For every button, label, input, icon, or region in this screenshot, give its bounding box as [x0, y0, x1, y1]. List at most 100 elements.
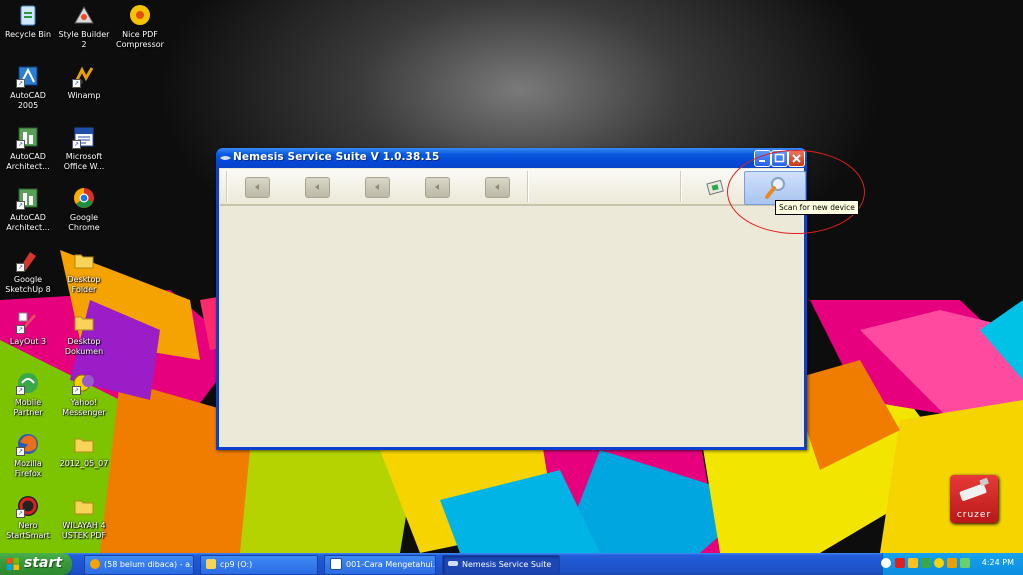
shortcut-arrow-icon: ↗: [72, 386, 81, 395]
word-icon: [330, 557, 342, 570]
firefox-icon: ↗: [16, 432, 40, 456]
icon-label: Recycle Bin: [4, 30, 52, 39]
desktop-icon-microsoft-word[interactable]: ↗ Microsoft Office W...: [56, 125, 112, 171]
word-icon: ↗: [72, 125, 96, 149]
folder-icon: [72, 494, 96, 518]
tray-antivirus-icon[interactable]: [895, 558, 905, 568]
icon-label: WILAYAH 4 USTEK PDF: [61, 521, 107, 540]
folder-icon: [72, 310, 96, 334]
desktop-icon-yahoo-messenger[interactable]: ↗ Yahoo! Messenger: [56, 371, 112, 417]
tray-messenger-icon[interactable]: [934, 558, 944, 568]
desktop-icon-mobile-partner[interactable]: ↗ Mobile Partner: [0, 371, 56, 417]
desktop: Recycle Bin Style Builder 2 Nice PDF Com…: [0, 0, 1023, 553]
taskbar-item-explorer-cp9[interactable]: cp9 (O:): [200, 555, 318, 575]
task-label: 001-Cara Mengetahui...: [346, 560, 436, 569]
toolbar-button-2[interactable]: [305, 177, 330, 198]
style-builder-icon: [72, 3, 96, 27]
shortcut-arrow-icon: ↗: [16, 386, 25, 395]
desktop-icon-google-chrome[interactable]: Google Chrome: [56, 186, 112, 232]
desktop-icon-nice-pdf-compressor[interactable]: Nice PDF Compressor: [112, 3, 168, 49]
tray-monitor-icon[interactable]: [921, 558, 931, 568]
autocad-icon: ↗: [16, 64, 40, 88]
desktop-icon-autocad-architecture-1[interactable]: ↗ AutoCAD Architect...: [0, 125, 56, 171]
main-toolbar: [220, 169, 806, 206]
shortcut-arrow-icon: ↗: [16, 201, 25, 210]
windows-flag-icon: [7, 558, 19, 570]
desktop-icon-layout[interactable]: ↗ LayOut 3: [0, 310, 56, 347]
window-client-area: [219, 168, 806, 447]
desktop-icon-autocad-architecture-2[interactable]: ↗ AutoCAD Architect...: [0, 186, 56, 232]
app-logo-icon: [448, 561, 458, 566]
icon-label: Mobile Partner: [13, 398, 43, 417]
chip-icon: [706, 179, 724, 196]
icon-label: Winamp: [67, 91, 101, 100]
taskbar-item-nemesis-service-suite[interactable]: Nemesis Service Suite: [442, 555, 560, 575]
layout-icon: ↗: [16, 310, 40, 334]
folder-icon: [72, 432, 96, 456]
icon-label: 2012_05_07: [59, 459, 109, 468]
shortcut-arrow-icon: ↗: [72, 79, 81, 88]
shortcut-arrow-icon: ↗: [16, 325, 25, 334]
nemesis-service-suite-window[interactable]: Nemesis Service Suite V 1.0.38.15: [216, 148, 807, 450]
shortcut-arrow-icon: ↗: [16, 79, 25, 88]
desktop-icon-winamp[interactable]: ↗ Winamp: [56, 64, 112, 101]
toolbar-button-4[interactable]: [425, 177, 450, 198]
desktop-icon-folder-2012-05-07[interactable]: 2012_05_07: [56, 432, 112, 469]
icon-label: Nice PDF Compressor: [116, 30, 164, 49]
pdf-compressor-icon: [128, 3, 152, 27]
cruzer-drive-badge[interactable]: cruzer: [950, 475, 998, 523]
task-label: Nemesis Service Suite: [462, 560, 552, 569]
desktop-icon-desktop-folder[interactable]: Desktop Folder: [56, 248, 112, 294]
desktop-icon-mozilla-firefox[interactable]: ↗ Mozilla Firefox: [0, 432, 56, 478]
icon-label: Mozilla Firefox: [14, 459, 42, 478]
window-title: Nemesis Service Suite V 1.0.38.15: [233, 151, 440, 163]
toolbar-button-1[interactable]: [245, 177, 270, 198]
yahoo-messenger-icon: ↗: [72, 371, 96, 395]
winamp-icon: ↗: [72, 64, 96, 88]
shortcut-arrow-icon: ↗: [72, 140, 81, 149]
toolbar-button-5[interactable]: [485, 177, 510, 198]
toolbar-button-3[interactable]: [365, 177, 390, 198]
start-button[interactable]: start: [0, 553, 72, 575]
chrome-icon: [90, 558, 100, 569]
icon-label: Desktop Dokumen: [64, 337, 104, 356]
desktop-icon-nero-startsmart[interactable]: ↗ Nero StartSmart: [0, 494, 56, 540]
tray-expand-icon[interactable]: [881, 558, 891, 568]
mobile-partner-icon: ↗: [16, 371, 40, 395]
icon-label: Google SketchUp 8: [5, 275, 51, 294]
desktop-icon-google-sketchup[interactable]: ↗ Google SketchUp 8: [0, 248, 56, 294]
scan-tooltip: Scan for new device: [775, 200, 859, 215]
icon-label: Google Chrome: [68, 213, 100, 232]
usb-drive-icon: [959, 477, 989, 501]
desktop-icon-wilayah-4-ustek-pdf[interactable]: WILAYAH 4 USTEK PDF: [56, 494, 112, 540]
task-label: (58 belum dibaca) - a...: [104, 560, 194, 569]
toolbar-separator: [680, 171, 682, 202]
tray-network-icon[interactable]: [908, 558, 918, 568]
taskbar-item-browser[interactable]: (58 belum dibaca) - a...: [84, 555, 194, 575]
highlight-annotation-ellipse: [727, 150, 865, 234]
desktop-icon-recycle-bin[interactable]: Recycle Bin: [0, 3, 56, 40]
shortcut-arrow-icon: ↗: [16, 140, 25, 149]
device-chip-button[interactable]: [705, 177, 725, 197]
icon-label: Desktop Folder: [67, 275, 101, 294]
desktop-icon-desktop-dokumen[interactable]: Desktop Dokumen: [56, 310, 112, 356]
desktop-icon-autocad-2005[interactable]: ↗ AutoCAD 2005: [0, 64, 56, 110]
taskbar: start (58 belum dibaca) - a... cp9 (O:) …: [0, 553, 1023, 575]
folder-icon: [206, 558, 216, 569]
system-tray: 4:24 PM: [881, 553, 1023, 575]
icon-label: AutoCAD Architect...: [6, 213, 50, 232]
task-label: cp9 (O:): [220, 560, 253, 569]
cruzer-label: cruzer: [956, 510, 992, 520]
tray-usb-icon[interactable]: [960, 558, 970, 568]
icon-label: Nero StartSmart: [6, 521, 50, 540]
icon-label: AutoCAD 2005: [10, 91, 46, 110]
window-titlebar[interactable]: Nemesis Service Suite V 1.0.38.15: [216, 148, 807, 168]
shortcut-arrow-icon: ↗: [16, 509, 25, 518]
start-label: start: [24, 555, 63, 571]
desktop-icon-style-builder[interactable]: Style Builder 2: [56, 3, 112, 49]
tray-app-icon[interactable]: [947, 558, 957, 568]
taskbar-item-word-document[interactable]: 001-Cara Mengetahui...: [324, 555, 436, 575]
autocad-architecture-icon: ↗: [16, 125, 40, 149]
icon-label: Yahoo! Messenger: [62, 398, 106, 417]
clock[interactable]: 4:24 PM: [982, 558, 1014, 567]
